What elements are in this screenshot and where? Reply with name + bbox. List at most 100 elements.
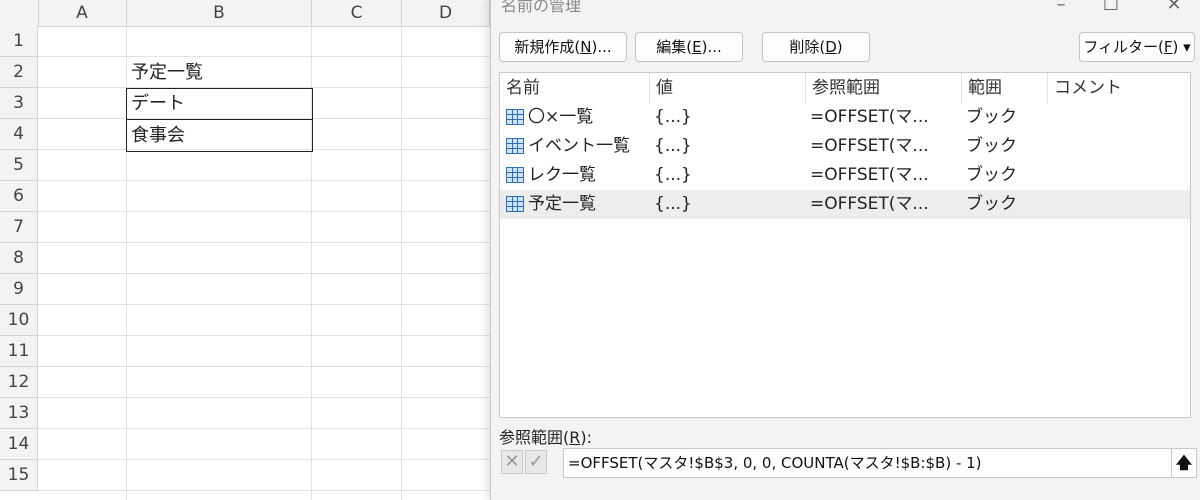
gridline bbox=[38, 335, 490, 336]
delete-button-label: 削除( bbox=[789, 38, 826, 56]
gridline bbox=[38, 428, 490, 429]
scope-cell: ブック bbox=[966, 136, 1017, 156]
value-cell: {...} bbox=[654, 136, 692, 156]
chevron-down-icon: ▾ bbox=[1183, 38, 1191, 56]
new-button[interactable]: 新規作成(N)... bbox=[499, 32, 627, 62]
gridline bbox=[38, 490, 490, 491]
value-cell: {...} bbox=[654, 165, 692, 185]
new-button-label: 新規作成( bbox=[514, 38, 581, 56]
row-header-8[interactable]: 8 bbox=[0, 243, 38, 274]
gridline bbox=[38, 211, 490, 212]
edit-button[interactable]: 編集(E)... bbox=[635, 32, 743, 62]
gridline bbox=[38, 180, 490, 181]
column-header-name[interactable]: 名前 bbox=[500, 73, 650, 103]
gridline bbox=[38, 242, 490, 243]
spreadsheet[interactable]: A B C D 1 2 3 4 5 6 7 8 9 10 11 12 13 14 15 予定一覧 デート 食… bbox=[0, 0, 490, 500]
name-cell: イベント一覧 bbox=[528, 136, 630, 156]
refers-to-label-text: 参照範囲( bbox=[499, 428, 570, 447]
row-header-6[interactable]: 6 bbox=[0, 181, 38, 212]
dialog-titlebar[interactable]: 名前の管理 – ☐ ✕ bbox=[491, 0, 1200, 20]
select-all-corner[interactable] bbox=[0, 0, 39, 26]
row-header-4[interactable]: 4 bbox=[0, 119, 38, 150]
gridline bbox=[38, 366, 490, 367]
table-icon bbox=[506, 167, 524, 183]
column-header-scope[interactable]: 範囲 bbox=[962, 73, 1048, 103]
column-header-value[interactable]: 値 bbox=[650, 73, 806, 103]
confirm-edit-icon[interactable]: ✓ bbox=[525, 450, 547, 474]
column-header-comment[interactable]: コメント bbox=[1048, 73, 1190, 103]
row-header-12[interactable]: 12 bbox=[0, 367, 38, 398]
row-header-5[interactable]: 5 bbox=[0, 150, 38, 181]
filter-button[interactable]: フィルター(F) ▾ bbox=[1079, 32, 1195, 62]
cell-b3[interactable]: デート bbox=[131, 89, 185, 119]
row-header-9[interactable]: 9 bbox=[0, 274, 38, 305]
table-icon bbox=[506, 138, 524, 154]
dialog-title: 名前の管理 bbox=[501, 0, 582, 15]
new-button-accesskey: N bbox=[580, 38, 592, 56]
list-item[interactable]: イベント一覧 {...} =OFFSET(マ... ブック bbox=[500, 132, 1190, 161]
refers-to-label-accesskey: R bbox=[569, 428, 581, 447]
delete-button-accesskey: D bbox=[825, 38, 837, 56]
filter-button-accesskey: F bbox=[1163, 38, 1173, 56]
names-list[interactable]: 名前 値 参照範囲 範囲 コメント 〇×一覧 {...} =OFFSET(マ..… bbox=[499, 72, 1191, 418]
column-header-refers-to[interactable]: 参照範囲 bbox=[806, 73, 962, 103]
gridline bbox=[38, 273, 490, 274]
scope-cell: ブック bbox=[966, 165, 1017, 185]
row-header-11[interactable]: 11 bbox=[0, 336, 38, 367]
scope-cell: ブック bbox=[966, 194, 1017, 214]
row-header-7[interactable]: 7 bbox=[0, 212, 38, 243]
comment-cell bbox=[1052, 132, 1188, 161]
close-icon[interactable]: ✕ bbox=[1159, 0, 1189, 15]
list-item-selected[interactable]: 予定一覧 {...} =OFFSET(マ... ブック bbox=[500, 190, 1190, 219]
maximize-icon[interactable]: ☐ bbox=[1096, 0, 1126, 15]
gridline bbox=[38, 56, 490, 57]
comment-cell bbox=[1052, 161, 1188, 190]
column-header-bar: A B C D bbox=[0, 0, 490, 27]
delete-button[interactable]: 削除(D) bbox=[762, 32, 870, 62]
row-header-13[interactable]: 13 bbox=[0, 398, 38, 429]
row-header-1[interactable]: 1 bbox=[0, 26, 38, 57]
list-item[interactable]: 〇×一覧 {...} =OFFSET(マ... ブック bbox=[500, 103, 1190, 132]
column-header-a[interactable]: A bbox=[38, 0, 127, 26]
value-cell: {...} bbox=[654, 107, 692, 127]
filter-button-suffix: ) bbox=[1172, 38, 1179, 56]
value-cell: {...} bbox=[654, 194, 692, 214]
cancel-edit-icon[interactable]: ✕ bbox=[501, 450, 523, 474]
name-cell: 予定一覧 bbox=[528, 194, 596, 214]
gridline bbox=[38, 397, 490, 398]
cell-b2[interactable]: 予定一覧 bbox=[131, 58, 203, 88]
refers-to-label-suffix: ): bbox=[580, 428, 593, 447]
refers-to-label: 参照範囲(R): bbox=[499, 424, 592, 448]
new-button-suffix: )... bbox=[591, 38, 612, 56]
edit-button-label: 編集( bbox=[656, 38, 693, 56]
name-cell: 〇×一覧 bbox=[528, 107, 594, 127]
column-header-c[interactable]: C bbox=[312, 0, 402, 26]
row-header-3[interactable]: 3 bbox=[0, 88, 38, 119]
row-header-14[interactable]: 14 bbox=[0, 429, 38, 460]
filter-button-label: フィルター( bbox=[1083, 38, 1164, 56]
comment-cell bbox=[1052, 103, 1188, 132]
edit-button-accesskey: E bbox=[692, 38, 702, 56]
scope-cell: ブック bbox=[966, 107, 1017, 127]
refers-to-cell: =OFFSET(マ... bbox=[810, 194, 929, 214]
row-header-2[interactable]: 2 bbox=[0, 57, 38, 88]
refers-to-cell: =OFFSET(マ... bbox=[810, 165, 929, 185]
comment-cell bbox=[1052, 190, 1188, 219]
refers-to-input[interactable]: =OFFSET(マスタ!$B$3, 0, 0, COUNTA(マスタ!$B:$B… bbox=[563, 448, 1173, 478]
list-item[interactable]: レク一覧 {...} =OFFSET(マ... ブック bbox=[500, 161, 1190, 190]
gridline bbox=[38, 459, 490, 460]
name-manager-dialog: 名前の管理 – ☐ ✕ 新規作成(N)... 編集(E)... 削除(D) フィ… bbox=[490, 0, 1200, 500]
column-header-b[interactable]: B bbox=[127, 0, 312, 26]
edit-button-suffix: )... bbox=[701, 38, 722, 56]
minimize-icon[interactable]: – bbox=[1046, 0, 1076, 15]
column-header-d[interactable]: D bbox=[402, 0, 490, 26]
table-icon bbox=[506, 196, 524, 212]
refers-to-cell: =OFFSET(マ... bbox=[810, 136, 929, 156]
name-cell: レク一覧 bbox=[528, 165, 596, 185]
cell-b4[interactable]: 食事会 bbox=[131, 121, 185, 151]
table-icon bbox=[506, 109, 524, 125]
collapse-dialog-icon[interactable]: 🡅 bbox=[1171, 448, 1197, 478]
row-header-10[interactable]: 10 bbox=[0, 305, 38, 336]
gridline bbox=[38, 304, 490, 305]
row-header-15[interactable]: 15 bbox=[0, 460, 38, 491]
